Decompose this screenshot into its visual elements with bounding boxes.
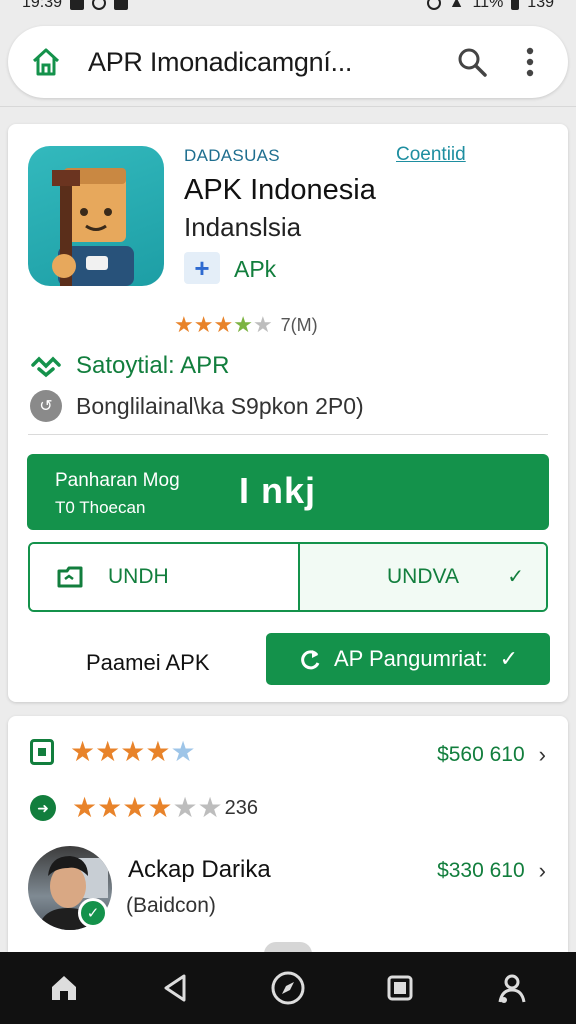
apk-badge-icon: + bbox=[184, 252, 220, 284]
compass-icon[interactable] bbox=[258, 958, 318, 1018]
home-icon[interactable] bbox=[34, 958, 94, 1018]
account-icon[interactable] bbox=[482, 958, 542, 1018]
recents-icon[interactable] bbox=[370, 958, 430, 1018]
calendar-icon bbox=[30, 739, 54, 765]
wifi-icon: ▲ bbox=[448, 0, 465, 11]
undva-button[interactable]: UNDVA ✓ bbox=[300, 544, 546, 610]
paramei-link[interactable]: Paamei APK bbox=[86, 650, 210, 676]
ap-button-label: AP Pangumriat: bbox=[333, 646, 488, 671]
star-icon: ★ bbox=[193, 312, 214, 337]
star-icon: ★ bbox=[213, 312, 234, 337]
review-count: 236 bbox=[224, 796, 259, 819]
download-big-label: I nkj bbox=[239, 470, 317, 511]
reviewer-name: Ackap Darika bbox=[128, 856, 271, 883]
url-text[interactable]: APR Imonadicamgní... bbox=[88, 47, 434, 78]
divider bbox=[28, 434, 548, 435]
download-line1: Panharan Mog bbox=[55, 470, 180, 491]
folder-icon bbox=[57, 566, 83, 588]
search-icon[interactable] bbox=[452, 42, 492, 82]
home-icon[interactable] bbox=[26, 42, 66, 82]
star-empty-icon: ★ bbox=[172, 792, 198, 823]
nav-bar bbox=[0, 952, 576, 1024]
check-icon: ✓ bbox=[499, 646, 519, 671]
star-icon: ★ bbox=[70, 736, 96, 767]
star-icon: ★ bbox=[145, 736, 171, 767]
more-vert-icon[interactable] bbox=[510, 42, 550, 82]
star-empty-icon: ★ bbox=[197, 792, 223, 823]
image-icon bbox=[114, 0, 129, 10]
review-price[interactable]: $330 610 › bbox=[437, 858, 546, 884]
alarm-icon bbox=[426, 0, 441, 10]
star-half-icon: ★ bbox=[233, 312, 253, 337]
rating-count: 7(M) bbox=[280, 314, 318, 335]
verified-check-icon: ✓ bbox=[78, 898, 108, 928]
app-subtitle: Indanslsia bbox=[184, 212, 302, 242]
app-title: APK Indonesia bbox=[184, 174, 376, 206]
undh-button[interactable]: UNDH bbox=[30, 544, 300, 610]
review-stars: ★ ★ ★ ★ ★ ★ bbox=[72, 794, 223, 822]
star-icon: ★ bbox=[122, 792, 148, 823]
size-text: Bonglilainal\ka S9pkon 2P0) bbox=[76, 392, 364, 419]
star-icon: ★ bbox=[72, 792, 98, 823]
review-row[interactable]: ★ ★ ★ ★ ★ bbox=[30, 738, 196, 766]
app-icon[interactable] bbox=[28, 146, 164, 286]
size-icon: ↺ bbox=[30, 390, 62, 422]
split-button: UNDH UNDVA ✓ bbox=[28, 542, 548, 612]
version-text: Satoytial: APR bbox=[76, 352, 230, 379]
music-icon bbox=[92, 0, 107, 10]
price-text: $560 610 bbox=[437, 743, 525, 766]
battery-percent: 11% bbox=[472, 0, 504, 11]
address-divider bbox=[0, 106, 576, 107]
star-icon: ★ bbox=[95, 736, 121, 767]
version-row: Satoytial: APR bbox=[30, 352, 229, 380]
chevron-right-icon: › bbox=[538, 858, 546, 883]
battery-icon bbox=[511, 0, 520, 10]
status-right: ▲ 11% 139 bbox=[426, 0, 554, 11]
undva-label: UNDVA bbox=[387, 565, 459, 588]
download-line2: T0 Thoecan bbox=[55, 498, 146, 517]
review-stars: ★ ★ ★ ★ ★ bbox=[70, 738, 196, 766]
refresh-icon bbox=[301, 650, 320, 670]
undh-label: UNDH bbox=[108, 565, 169, 588]
status-time: 19:39 bbox=[22, 0, 63, 11]
reviewer-sub: (Baidcon) bbox=[126, 894, 216, 917]
star-icon: ★ bbox=[174, 312, 194, 337]
ap-pangumriat-button[interactable]: AP Pangumriat: ✓ bbox=[266, 633, 550, 685]
notification-icon bbox=[70, 0, 85, 10]
rating-row: ★ ★ ★ ★ ★ 7(M) bbox=[174, 314, 318, 336]
address-bar[interactable]: APR Imonadicamgní... bbox=[8, 26, 568, 98]
star-icon: ★ bbox=[170, 736, 196, 767]
chevron-right-icon: › bbox=[538, 742, 546, 767]
contact-link[interactable]: Coentiid bbox=[396, 144, 466, 166]
version-icon bbox=[31, 356, 61, 378]
chevron-down-icon: ✓ bbox=[507, 566, 524, 588]
star-icon: ★ bbox=[147, 792, 173, 823]
review-price[interactable]: $560 610 › bbox=[437, 742, 546, 768]
star-empty-icon: ★ bbox=[252, 312, 273, 337]
star-icon: ★ bbox=[120, 736, 146, 767]
back-icon[interactable] bbox=[146, 958, 206, 1018]
app-card: DADASUAS Coentiid APK Indonesia Indansls… bbox=[8, 124, 568, 702]
apk-label: APk bbox=[234, 256, 277, 282]
star-icon: ★ bbox=[97, 792, 123, 823]
review-row[interactable]: ➜ ★ ★ ★ ★ ★ ★ 236 bbox=[30, 794, 258, 822]
signal-text: 139 bbox=[527, 0, 554, 11]
status-bar: 19:39 ▲ 11% 139 bbox=[0, 0, 576, 18]
price-text: $330 610 bbox=[437, 859, 525, 882]
size-row: ↺ Bonglilainal\ka S9pkon 2P0) bbox=[30, 390, 364, 422]
developer-name[interactable]: DADASUAS bbox=[184, 146, 280, 166]
status-left: 19:39 bbox=[22, 0, 129, 11]
download-button[interactable]: Panharan Mog T0 Thoecan I nkj bbox=[27, 454, 549, 530]
check-circle-icon: ➜ bbox=[30, 795, 56, 821]
reviews-card: ★ ★ ★ ★ ★ $560 610 › ➜ ★ ★ ★ ★ ★ ★ 236 ✓… bbox=[8, 716, 568, 952]
